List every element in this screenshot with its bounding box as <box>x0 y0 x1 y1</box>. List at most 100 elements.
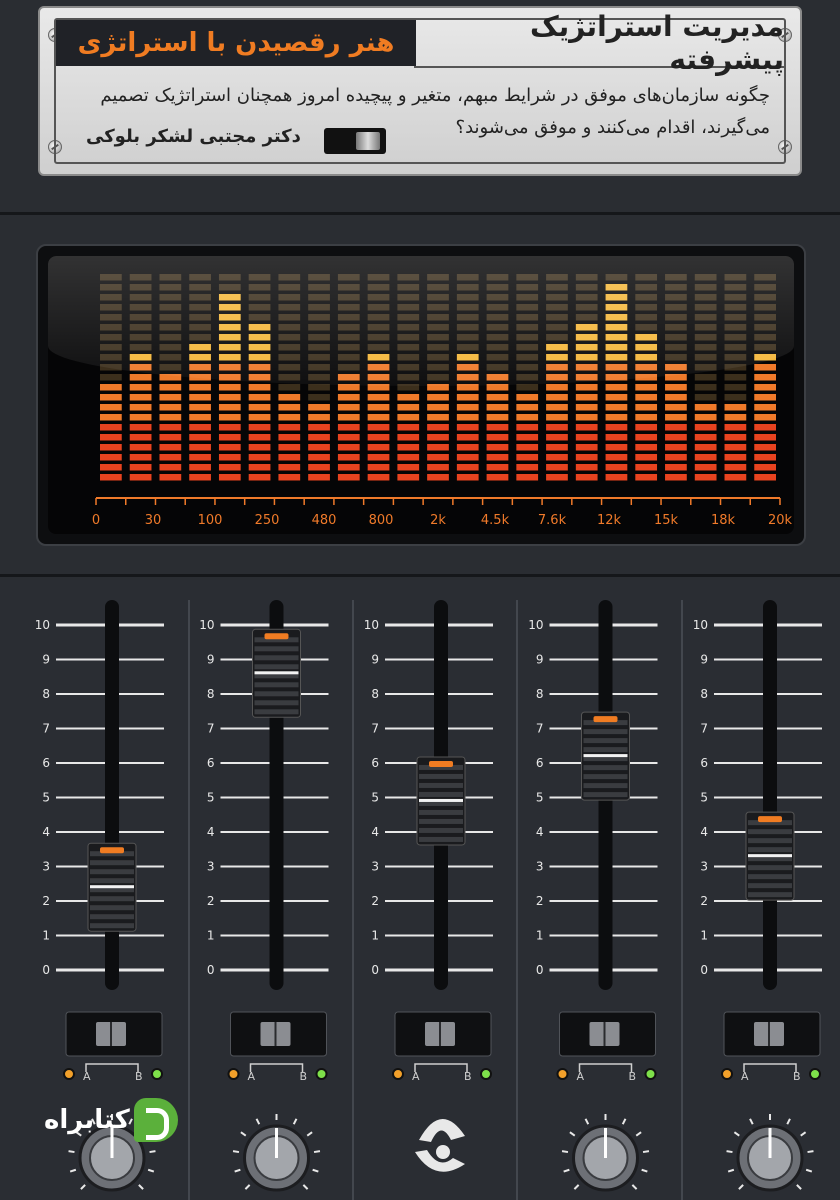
eq-cell <box>248 324 271 331</box>
eq-cell <box>189 294 211 301</box>
eq-cell <box>605 274 628 281</box>
fader-knob[interactable] <box>416 756 466 846</box>
eq-cell <box>248 344 271 351</box>
eq-cell <box>218 294 241 301</box>
eq-cell <box>427 294 449 301</box>
eq-cell <box>278 354 301 361</box>
fader-scale-label: 6 <box>536 756 544 770</box>
ab-switch[interactable] <box>394 1011 492 1057</box>
eq-cell <box>546 334 568 341</box>
eq-cell <box>308 414 330 421</box>
eq-cell <box>546 424 568 431</box>
eq-cell <box>159 404 182 411</box>
eq-cell <box>754 414 776 421</box>
eq-cell <box>218 334 241 341</box>
eq-cell <box>635 474 658 481</box>
fader-scale-label: 6 <box>700 756 708 770</box>
eq-cell <box>397 374 420 381</box>
eq-cell <box>427 394 449 401</box>
ab-switch[interactable] <box>230 1011 327 1057</box>
eq-cell <box>694 354 717 361</box>
eq-cell <box>665 304 687 311</box>
eq-cell <box>367 324 390 331</box>
eq-cell <box>337 444 360 451</box>
fader-knob-grip <box>583 792 628 798</box>
eq-cell <box>754 424 776 431</box>
eq-cell <box>427 414 449 421</box>
eq-cell <box>635 414 658 421</box>
led-b-icon <box>644 1068 657 1080</box>
eq-cell <box>546 314 568 321</box>
eq-cell <box>605 444 628 451</box>
eq-cell <box>129 364 152 371</box>
eq-cell <box>635 464 658 471</box>
fader-knob[interactable] <box>87 842 137 932</box>
ab-switch[interactable] <box>65 1011 163 1057</box>
fader-knob-grip <box>419 791 463 797</box>
eq-cell <box>456 454 479 461</box>
rotary-knob[interactable] <box>726 1114 814 1192</box>
fader-knob[interactable] <box>745 811 795 901</box>
eq-cell <box>337 404 360 411</box>
ab-switch[interactable] <box>723 1011 821 1057</box>
rotary-knob[interactable] <box>561 1114 650 1192</box>
eq-cell <box>100 394 122 401</box>
eq-cell <box>278 454 301 461</box>
eq-cell <box>635 314 658 321</box>
eq-cell <box>189 284 211 291</box>
eq-cell <box>129 454 152 461</box>
eq-cell <box>278 394 301 401</box>
eq-cell <box>129 434 152 441</box>
eq-cell <box>129 464 152 471</box>
rotary-tick <box>642 1150 650 1154</box>
fader-scale-label: 7 <box>207 722 215 736</box>
rotary-tick <box>302 1184 309 1190</box>
fader-scale-label: 7 <box>536 722 544 736</box>
fader-scale-label: 8 <box>536 687 544 701</box>
eq-cell <box>456 394 479 401</box>
eq-cell <box>100 314 122 321</box>
fader-knob[interactable] <box>581 711 630 801</box>
eq-cell <box>337 454 360 461</box>
eq-cell <box>486 444 509 451</box>
eq-cell <box>278 294 301 301</box>
eq-cell <box>605 314 628 321</box>
eq-cell <box>546 284 568 291</box>
fader-knob-indicator <box>264 633 289 640</box>
eq-cell <box>248 444 271 451</box>
eq-cell <box>308 394 330 401</box>
eq-cell <box>724 324 747 331</box>
eq-cell <box>516 294 539 301</box>
fader-scale-label: 3 <box>207 860 215 874</box>
eq-cell <box>486 414 509 421</box>
rotary-tick <box>738 1184 744 1190</box>
ab-switch[interactable] <box>559 1011 656 1057</box>
eq-freq-label: 250 <box>255 513 280 528</box>
fader-scale-label: 9 <box>700 653 708 667</box>
eq-cell <box>100 414 122 421</box>
eq-cell <box>100 424 122 431</box>
eq-cell <box>248 364 271 371</box>
eq-cell <box>456 354 479 361</box>
eq-cell <box>100 334 122 341</box>
eq-cell <box>635 334 658 341</box>
eq-freq-label: 800 <box>369 513 394 528</box>
eq-cell <box>694 284 717 291</box>
eq-cell <box>218 324 241 331</box>
eq-cell <box>397 364 420 371</box>
rotary-tick <box>635 1131 642 1137</box>
fader-scale-label: 4 <box>536 825 544 839</box>
eq-cell <box>635 444 658 451</box>
eq-cell <box>278 424 301 431</box>
eq-cell <box>308 474 330 481</box>
eq-cell <box>100 344 122 351</box>
eq-cell <box>486 284 509 291</box>
switch-label-b: B <box>300 1070 308 1083</box>
eq-cell <box>189 474 211 481</box>
eq-cell <box>129 314 152 321</box>
fader-knob[interactable] <box>252 628 301 718</box>
eq-cell <box>665 334 687 341</box>
rotary-tick <box>573 1184 580 1190</box>
eq-cell <box>367 464 390 471</box>
rotary-knob[interactable] <box>232 1114 321 1192</box>
